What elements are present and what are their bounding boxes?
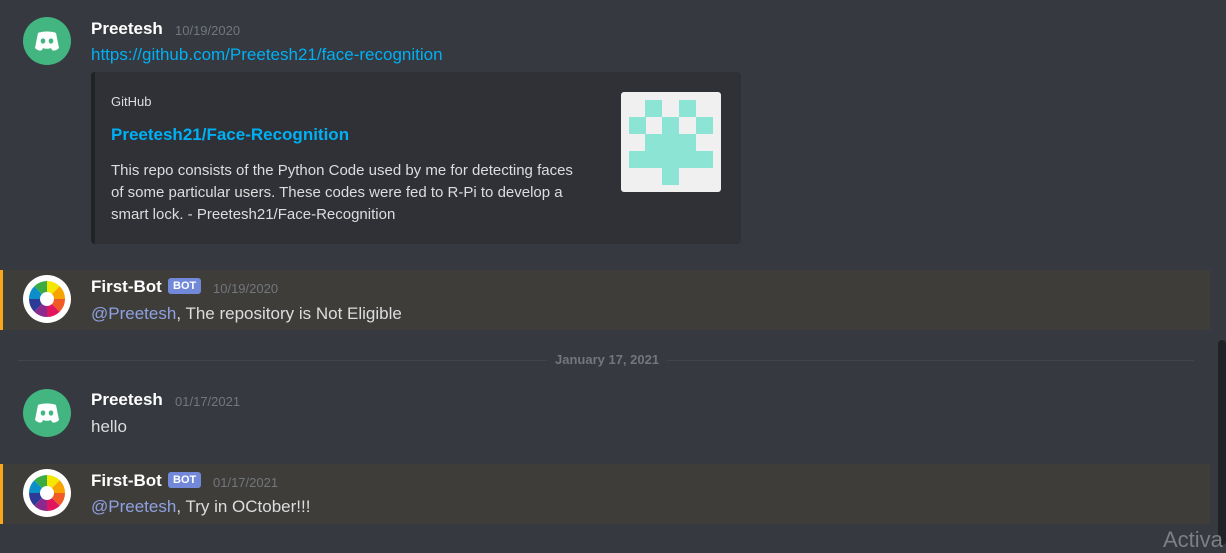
author-name[interactable]: First-Bot	[91, 277, 162, 297]
avatar[interactable]	[23, 17, 71, 65]
bot-badge: BOT	[168, 472, 202, 488]
date-divider-label: January 17, 2021	[547, 352, 668, 367]
link-embed: GitHub Preetesh21/Face-Recognition This …	[91, 72, 741, 244]
scrollbar[interactable]	[1218, 340, 1226, 545]
github-identicon	[629, 100, 713, 185]
color-wheel-icon	[27, 473, 67, 513]
embed-provider: GitHub	[111, 94, 152, 109]
message-content: @Preetesh, The repository is Not Eligibl…	[91, 304, 402, 324]
embed-description: This repo consists of the Python Code us…	[111, 162, 573, 223]
color-wheel-icon	[27, 279, 67, 319]
message-text: hello	[91, 417, 127, 436]
embed-thumbnail[interactable]	[621, 92, 721, 192]
timestamp: 10/19/2020	[175, 23, 241, 38]
avatar[interactable]	[23, 469, 71, 517]
author-name[interactable]: Preetesh	[91, 19, 163, 39]
user-mention[interactable]: @Preetesh	[91, 304, 176, 323]
discord-logo-icon	[35, 31, 59, 51]
message-first-bot-2: First-Bot BOT 01/17/2021 @Preetesh, Try …	[0, 464, 1210, 524]
discord-logo-icon	[35, 403, 59, 423]
embed-title-link[interactable]: Preetesh21/Face-Recognition	[111, 125, 349, 145]
bot-badge: BOT	[168, 278, 202, 294]
message-preetesh-2: Preetesh 01/17/2021 hello	[0, 385, 1210, 445]
author-name[interactable]: First-Bot	[91, 471, 162, 491]
author-name[interactable]: Preetesh	[91, 390, 163, 410]
timestamp: 10/19/2020	[213, 281, 279, 296]
user-mention[interactable]: @Preetesh	[91, 497, 176, 516]
activate-windows-watermark: Activa	[1163, 527, 1223, 552]
github-link[interactable]: https://github.com/Preetesh21/face-recog…	[91, 45, 443, 65]
message-content: @Preetesh, Try in OCtober!!!	[91, 497, 310, 517]
message-preetesh-1: Preetesh 10/19/2020 https://github.com/P…	[0, 0, 1210, 260]
timestamp: 01/17/2021	[213, 475, 279, 490]
avatar[interactable]	[23, 275, 71, 323]
message-first-bot-1: First-Bot BOT 10/19/2020 @Preetesh, The …	[0, 270, 1210, 330]
timestamp: 01/17/2021	[175, 394, 241, 409]
avatar[interactable]	[23, 389, 71, 437]
message-text: , Try in OCtober!!!	[176, 497, 311, 516]
message-text: , The repository is Not Eligible	[176, 304, 402, 323]
